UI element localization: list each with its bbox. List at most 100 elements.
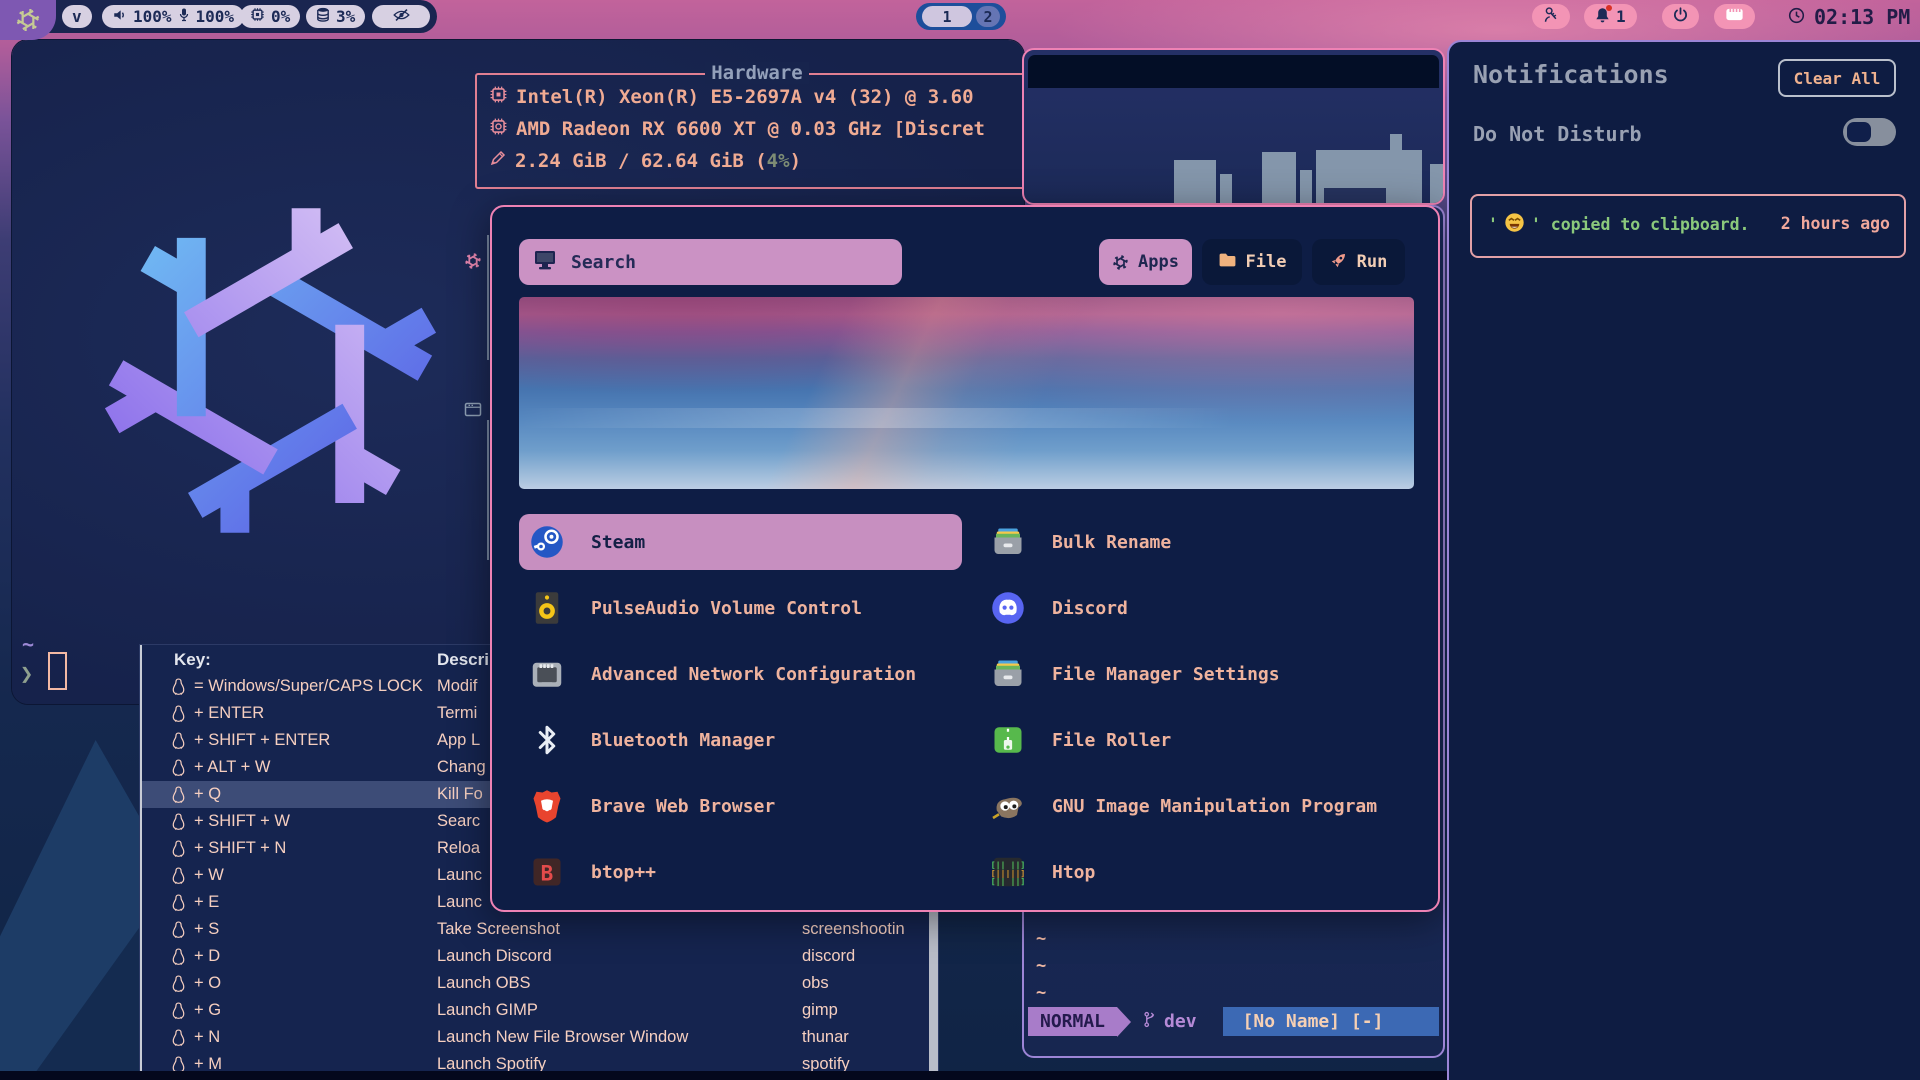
btop-icon: B: [529, 854, 565, 890]
terminal-window-skyline[interactable]: [1022, 48, 1445, 205]
nix-snowflake-fragment-icon: [464, 252, 482, 270]
cheatsheet-row: + STake Screenshotscreenshootin: [142, 916, 929, 943]
keybinding-description: Launch Discord: [437, 947, 552, 966]
notification-card[interactable]: ' ' copied to clipboard. 2 hours ago: [1470, 194, 1906, 258]
app-label: PulseAudio Volume Control: [591, 598, 862, 619]
clock-icon: [1788, 5, 1805, 29]
app-label: btop++: [591, 862, 656, 883]
keybinding: + SHIFT + N: [194, 839, 286, 858]
powerline-arrow-icon: [1117, 1007, 1131, 1037]
keyboard-layout-pill[interactable]: [1532, 4, 1570, 29]
clock-widget[interactable]: 02:13 PM: [1788, 0, 1910, 33]
bluetooth-icon: [529, 722, 565, 758]
app-launcher-window: Search Apps File Run Steam PulseAudio Vol…: [490, 205, 1440, 912]
fileroller-icon: [990, 722, 1026, 758]
tux-penguin-icon: [170, 1028, 187, 1047]
wallpaper-preview-image: [519, 297, 1414, 489]
app-label: File Manager Settings: [1052, 664, 1280, 685]
vim-empty-line: ~: [1036, 956, 1046, 976]
keybinding: + N: [194, 1028, 220, 1047]
skyline-art: [1300, 170, 1312, 205]
app-label: Steam: [591, 532, 645, 553]
notification-count: 1: [1616, 7, 1626, 26]
hardware-info-box: Hardware Intel(R) Xeon(R) E5-2697A v4 (3…: [475, 73, 1024, 189]
app-label: Bluetooth Manager: [591, 730, 775, 751]
rocket-icon: [1330, 251, 1348, 274]
launcher-app-file-roller[interactable]: File Roller: [980, 712, 1423, 768]
skyline-art: [1390, 134, 1402, 152]
tux-penguin-icon: [170, 1001, 187, 1020]
keybinding: + W: [194, 866, 224, 885]
memory-pencil-icon: [489, 149, 507, 172]
launcher-app-htop[interactable]: [|| ||][|||||][|| ||]Htop: [980, 844, 1423, 900]
workspace-1-button[interactable]: 1: [922, 6, 972, 27]
snowflake-icon: [1112, 254, 1129, 271]
tux-penguin-icon: [170, 704, 187, 723]
tux-penguin-icon: [170, 974, 187, 993]
gpu-info-text: AMD Radeon RX 6600 XT @ 0.03 GHz [Discre…: [516, 118, 985, 140]
launcher-app-file-manager-settings[interactable]: File Manager Settings: [980, 646, 1423, 702]
keybinding-description: Take Screenshot: [437, 920, 560, 939]
launcher-app-bluetooth-manager[interactable]: Bluetooth Manager: [519, 712, 962, 768]
vim-git-segment: dev: [1131, 1007, 1209, 1036]
cheatsheet-row: + OLaunch OBSobs: [142, 970, 929, 997]
clear-all-button[interactable]: Clear All: [1778, 59, 1896, 97]
window-manager-fragment-icon: [464, 402, 482, 421]
tux-penguin-icon: [170, 785, 187, 804]
keybinding: + S: [194, 920, 219, 939]
tab-run[interactable]: Run: [1312, 239, 1405, 285]
tux-penguin-icon: [170, 758, 187, 777]
notifications-pill[interactable]: 1: [1584, 4, 1637, 29]
keybinding-description: Launc: [437, 866, 482, 885]
keybinding-command: obs: [802, 974, 934, 993]
terminal-titlebar[interactable]: [1028, 55, 1439, 88]
keybinding-description: Modif: [437, 677, 477, 696]
nixos-logo: [78, 178, 463, 563]
key-icon: [1543, 6, 1559, 27]
keybinding-command: gimp: [802, 1001, 934, 1020]
network-icon: [529, 656, 565, 692]
cheatsheet-key-header: Key:: [174, 650, 211, 670]
cpu-pill[interactable]: 0%: [240, 5, 300, 28]
terminal-cursor[interactable]: [48, 652, 67, 690]
shell-prompt-chevron: ❯: [20, 662, 33, 687]
keybinding: + M: [194, 1055, 222, 1072]
folder-icon: [1218, 252, 1237, 273]
audio-pill[interactable]: 100% 100%: [102, 5, 244, 28]
launcher-app-advanced-network-configuration[interactable]: Advanced Network Configuration: [519, 646, 962, 702]
vim-statusline: NORMAL dev [No Name] [-]: [1028, 1007, 1439, 1036]
search-placeholder: Search: [571, 252, 636, 273]
keybinding: + G: [194, 1001, 221, 1020]
tray-pill[interactable]: [1714, 4, 1755, 29]
fastfetch-box-border-fragment: [487, 420, 489, 560]
git-branch-name: dev: [1164, 1011, 1197, 1032]
launcher-app-steam[interactable]: Steam: [519, 514, 962, 570]
memory-pill[interactable]: 3%: [306, 5, 365, 28]
do-not-disturb-toggle[interactable]: [1843, 118, 1896, 146]
search-input[interactable]: Search: [519, 239, 902, 285]
keybinding-description: Launch GIMP: [437, 1001, 538, 1020]
htop-icon: [|| ||][|||||][|| ||]: [990, 854, 1026, 890]
launcher-app-btop-[interactable]: Bbtop++: [519, 844, 962, 900]
tab-file[interactable]: File: [1202, 239, 1302, 285]
skyline-art: [1430, 164, 1445, 205]
app-label: Brave Web Browser: [591, 796, 775, 817]
keybinding: + O: [194, 974, 221, 993]
idle-inhibitor-pill[interactable]: [372, 5, 430, 28]
launcher-app-brave-web-browser[interactable]: Brave Web Browser: [519, 778, 962, 834]
tux-penguin-icon: [170, 947, 187, 966]
version-pill[interactable]: v: [62, 5, 92, 28]
skyline-art: [1220, 174, 1232, 205]
vim-mode-segment: NORMAL: [1028, 1007, 1117, 1036]
steam-icon: [529, 524, 565, 560]
speaker-icon: [112, 7, 127, 26]
launcher-app-bulk-rename[interactable]: Bulk Rename: [980, 514, 1423, 570]
power-pill[interactable]: [1662, 4, 1699, 29]
gimp-icon: [990, 788, 1026, 824]
workspace-2-button[interactable]: 2: [976, 6, 1000, 27]
launcher-app-pulseaudio-volume-control[interactable]: PulseAudio Volume Control: [519, 580, 962, 636]
launcher-app-discord[interactable]: Discord: [980, 580, 1423, 636]
tab-apps[interactable]: Apps: [1099, 239, 1192, 285]
nixos-menu-button[interactable]: [0, 0, 56, 40]
launcher-app-gnu-image-manipulation-program[interactable]: GNU Image Manipulation Program: [980, 778, 1423, 834]
